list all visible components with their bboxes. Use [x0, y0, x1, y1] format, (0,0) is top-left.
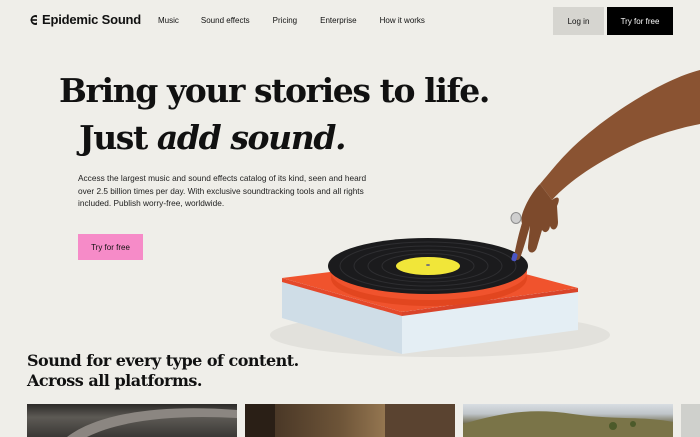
section-title-line2: Across all platforms.: [27, 371, 202, 390]
thumbnail-3-image: [463, 411, 673, 437]
content-thumbnail-1[interactable]: [27, 404, 237, 437]
nav-link-sound-effects[interactable]: Sound effects: [201, 16, 250, 25]
nav-link-music[interactable]: Music: [158, 16, 179, 25]
hero-title-line1: Bring your stories to life.: [59, 71, 490, 110]
content-thumbnail-2[interactable]: [245, 404, 455, 437]
brand-logo[interactable]: Epidemic Sound: [28, 12, 141, 27]
content-section-title: Sound for every type of content. Across …: [27, 351, 299, 391]
nav-link-how-it-works[interactable]: How it works: [380, 16, 425, 25]
spindle: [426, 264, 430, 266]
section-title-line1: Sound for every type of content.: [27, 351, 299, 370]
main-nav: Music Sound effects Pricing Enterprise H…: [158, 16, 425, 25]
nav-link-pricing[interactable]: Pricing: [273, 16, 297, 25]
thumbnail-1-image: [67, 408, 237, 437]
thumbnail-2-image: [245, 404, 455, 437]
hero-title-italic: add sound.: [156, 118, 347, 157]
hero-description: Access the largest music and sound effec…: [78, 173, 367, 208]
try-for-free-hero-button[interactable]: Try for free: [78, 234, 143, 260]
login-button[interactable]: Log in: [553, 7, 604, 35]
brand-name: Epidemic Sound: [42, 12, 142, 27]
top-navigation: Epidemic Sound Music Sound effects Prici…: [0, 0, 700, 42]
try-for-free-nav-button[interactable]: Try for free: [607, 7, 673, 35]
nav-link-enterprise[interactable]: Enterprise: [320, 16, 356, 25]
arm: [540, 70, 700, 200]
hero-title-plain: Just: [79, 118, 157, 157]
hero-title-line2: Just add sound.: [79, 117, 347, 159]
ring: [510, 212, 522, 224]
content-thumbnail-3[interactable]: [463, 404, 673, 437]
content-thumbnail-4[interactable]: [681, 404, 700, 437]
epidemic-logo-icon: [30, 14, 37, 25]
